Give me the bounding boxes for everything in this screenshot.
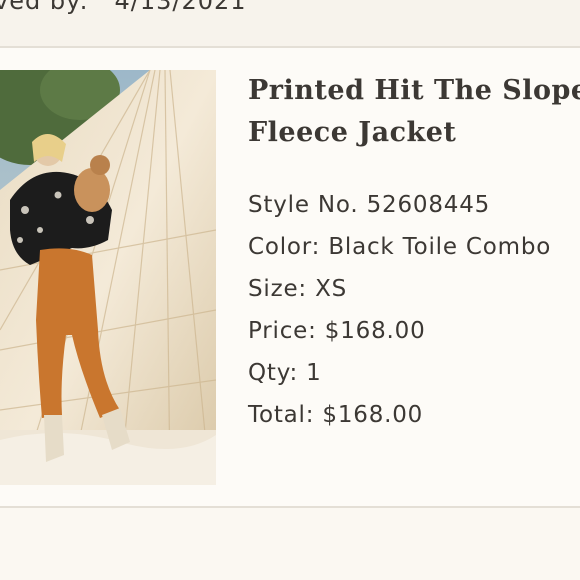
quantity-value: 1 bbox=[306, 360, 322, 386]
price-row: Price: $168.00 bbox=[248, 310, 580, 352]
order-date-text: ved by: 4/13/2021 bbox=[0, 0, 247, 15]
product-title-line-1: Printed Hit The Slopes bbox=[248, 75, 580, 106]
size-label: Size: bbox=[248, 276, 307, 302]
product-image[interactable] bbox=[0, 70, 216, 485]
quantity-row: Qty: 1 bbox=[248, 352, 580, 394]
total-row: Total: $168.00 bbox=[248, 394, 580, 436]
size-row: Size: XS bbox=[248, 268, 580, 310]
footer-area bbox=[0, 508, 580, 580]
order-header-strip: ved by: 4/13/2021 bbox=[0, 0, 580, 47]
style-number-value: 52608445 bbox=[366, 192, 491, 218]
quantity-label: Qty: bbox=[248, 360, 299, 386]
product-title-line-2: Fleece Jacket bbox=[248, 117, 457, 148]
color-row: Color: Black Toile Combo bbox=[248, 226, 580, 268]
product-title[interactable]: Printed Hit The Slopes Fleece Jacket bbox=[248, 70, 580, 154]
color-value: Black Toile Combo bbox=[328, 234, 552, 260]
style-number-label: Style No. bbox=[248, 192, 359, 218]
total-label: Total: bbox=[248, 402, 315, 428]
color-label: Color: bbox=[248, 234, 321, 260]
product-fields: Style No. 52608445 Color: Black Toile Co… bbox=[248, 184, 580, 436]
price-value: $168.00 bbox=[324, 318, 426, 344]
price-label: Price: bbox=[248, 318, 317, 344]
size-value: XS bbox=[315, 276, 348, 302]
total-value: $168.00 bbox=[322, 402, 424, 428]
product-details: Printed Hit The Slopes Fleece Jacket Sty… bbox=[248, 70, 580, 436]
style-number-row: Style No. 52608445 bbox=[248, 184, 580, 226]
